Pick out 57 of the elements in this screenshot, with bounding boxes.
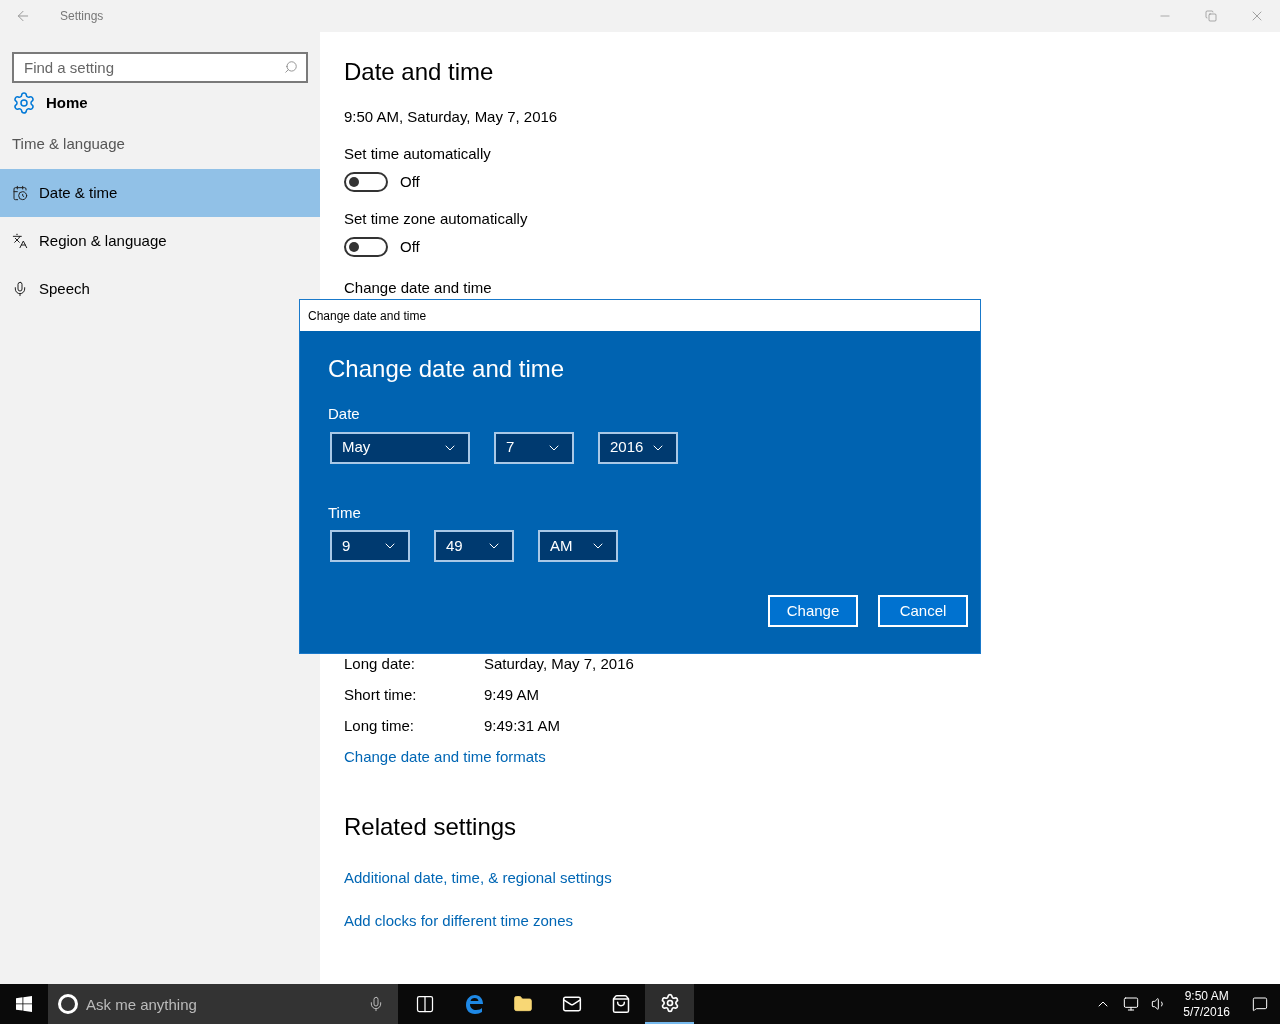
search-icon [284,60,298,74]
dialog-button[interactable]: Change [768,595,858,627]
search-box[interactable]: Ask me anything [48,984,398,1024]
taskbar-app[interactable] [645,984,694,1024]
calendar-clock-icon [12,185,28,201]
date-label: Date [328,404,361,424]
toggle-state: Off [400,237,420,257]
mail-icon [561,994,582,1014]
format-value: 9:49 AM [484,685,540,703]
time-label: Time [328,502,362,523]
section-label: Change date and time [344,277,493,298]
toggle-label: Set time zone automatically [344,208,529,229]
dialog-heading: Change date and time [328,354,566,384]
format-label: Short time: [344,685,418,703]
gear-icon [659,993,680,1013]
format-label: Long time: [344,716,416,734]
window-title: Settings [60,8,104,25]
task-view-icon [414,994,435,1014]
restore-icon [1205,10,1217,22]
page-title: Date and time [344,57,495,87]
related-link[interactable]: Add clocks for different time zones [344,910,573,933]
microphone-icon [12,281,28,297]
sidebar-item[interactable]: Date & time [0,169,320,217]
toggle-switch[interactable] [344,237,388,258]
dropdown[interactable]: 7 [494,431,574,464]
search-field[interactable]: Find a setting [12,52,308,83]
dropdown[interactable]: 2016 [598,431,678,464]
related-link[interactable]: Additional date, time, & regional settings [344,866,612,889]
gear-icon [12,91,36,115]
toggle-switch[interactable] [344,172,388,193]
dropdown[interactable]: 9 [330,530,410,562]
speech-bubble-icon [1252,996,1268,1012]
format-value: 9:49:31 AM [484,716,560,734]
toggle-state: Off [400,172,420,192]
windows-logo-icon [16,996,32,1012]
back-arrow-icon [15,8,31,24]
formats-link[interactable]: Change date and time formats [344,746,546,769]
section-heading: Time & language [11,134,126,154]
format-label: Long date: [344,654,416,672]
format-value: Saturday, May 7, 2016 [484,654,634,672]
language-icon [12,233,28,249]
microphone-icon [368,996,384,1012]
dropdown[interactable]: 49 [434,530,514,562]
monitor-icon [1123,996,1140,1012]
dropdown[interactable]: AM [538,530,618,562]
dropdown[interactable]: May [330,431,470,464]
clock-time: 9:50 AM [1184,988,1229,1004]
related-heading: Related settings [344,811,518,842]
shopping-bag-icon [610,994,631,1014]
home-link[interactable]: Home [0,85,320,121]
clock-date: 5/7/2016 [1183,1004,1230,1020]
sidebar-item[interactable]: Region & language [0,217,320,265]
dialog-button[interactable]: Cancel [878,595,968,627]
folder-icon [512,994,533,1014]
toggle-label: Set time automatically [344,143,492,164]
current-datetime: 9:50 AM, Saturday, May 7, 2016 [344,107,559,127]
dialog-title: Change date and time [308,307,427,325]
